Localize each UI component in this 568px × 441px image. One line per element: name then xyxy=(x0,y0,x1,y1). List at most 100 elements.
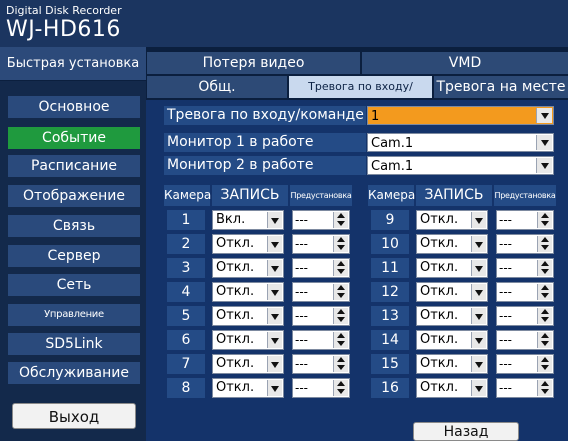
chevron-down-icon[interactable] xyxy=(267,212,282,228)
camera-number: 13 xyxy=(371,306,409,326)
preset-stepper[interactable]: --- xyxy=(292,306,350,326)
spinner-icon[interactable] xyxy=(333,260,348,276)
spinner-icon[interactable] xyxy=(333,356,348,372)
spinner-icon[interactable] xyxy=(537,380,552,396)
monitor2-select[interactable]: Cam.1 xyxy=(367,156,554,175)
preset-stepper[interactable]: --- xyxy=(496,210,554,230)
chevron-down-icon[interactable] xyxy=(471,356,486,372)
chevron-down-icon[interactable] xyxy=(267,356,282,372)
preset-value: --- xyxy=(499,261,512,275)
record-select[interactable]: Откл. xyxy=(416,282,488,302)
record-select[interactable]: Откл. xyxy=(416,354,488,374)
spinner-icon[interactable] xyxy=(333,284,348,300)
camera-number: 15 xyxy=(371,354,409,374)
tab-alarm-input-command[interactable]: Тревога по входу/команде xyxy=(289,76,432,115)
sidebar-item-schedule[interactable]: Расписание xyxy=(8,155,140,177)
spinner-icon[interactable] xyxy=(537,332,552,348)
record-value: Откл. xyxy=(216,284,255,299)
record-select[interactable]: Откл. xyxy=(212,234,284,254)
spinner-icon[interactable] xyxy=(333,380,348,396)
alarm-input-select[interactable]: 1 xyxy=(367,106,554,125)
quick-setup-button[interactable]: Быстрая установка xyxy=(0,47,146,81)
chevron-down-icon[interactable] xyxy=(267,308,282,324)
sidebar-item-communication[interactable]: Связь xyxy=(8,215,140,237)
preset-stepper[interactable]: --- xyxy=(292,282,350,302)
preset-value: --- xyxy=(499,213,512,227)
preset-stepper[interactable]: --- xyxy=(496,282,554,302)
spinner-icon[interactable] xyxy=(537,212,552,228)
chevron-down-icon[interactable] xyxy=(267,380,282,396)
record-select[interactable]: Откл. xyxy=(212,282,284,302)
tab-vmd[interactable]: VMD xyxy=(362,52,568,74)
record-select[interactable]: Откл. xyxy=(416,210,488,230)
preset-stepper[interactable]: --- xyxy=(496,378,554,398)
chevron-down-icon[interactable] xyxy=(471,380,486,396)
device-model-title: WJ-HD616 xyxy=(6,17,121,42)
back-button[interactable]: Назад xyxy=(413,422,519,441)
record-value: Вкл. xyxy=(216,212,246,227)
preset-stepper[interactable]: --- xyxy=(292,234,350,254)
record-select[interactable]: Вкл. xyxy=(212,210,284,230)
record-select[interactable]: Откл. xyxy=(416,234,488,254)
sidebar-item-maintenance[interactable]: Обслуживание xyxy=(8,362,140,384)
record-select[interactable]: Откл. xyxy=(416,330,488,350)
spinner-icon[interactable] xyxy=(537,236,552,252)
chevron-down-icon[interactable] xyxy=(471,332,486,348)
preset-stepper[interactable]: --- xyxy=(292,210,350,230)
camera-number: 9 xyxy=(371,210,409,230)
preset-stepper[interactable]: --- xyxy=(292,258,350,278)
preset-stepper[interactable]: --- xyxy=(496,258,554,278)
preset-value: --- xyxy=(499,309,512,323)
chevron-down-icon[interactable] xyxy=(267,236,282,252)
spinner-icon[interactable] xyxy=(537,356,552,372)
tab-video-loss[interactable]: Потеря видео xyxy=(147,52,360,74)
sidebar-item-user-management[interactable]: Управление пользователем xyxy=(8,304,140,342)
spinner-icon[interactable] xyxy=(537,308,552,324)
preset-stepper[interactable]: --- xyxy=(292,378,350,398)
sidebar-item-server[interactable]: Сервер xyxy=(8,245,140,267)
record-select[interactable]: Откл. xyxy=(212,378,284,398)
record-value: Откл. xyxy=(216,380,255,395)
tab-site-alarm[interactable]: Тревога на месте xyxy=(434,76,568,98)
preset-stepper[interactable]: --- xyxy=(292,330,350,350)
record-select[interactable]: Откл. xyxy=(212,330,284,350)
chevron-down-icon[interactable] xyxy=(471,260,486,276)
chevron-down-icon[interactable] xyxy=(471,308,486,324)
chevron-down-icon[interactable] xyxy=(536,158,552,173)
preset-value: --- xyxy=(499,237,512,251)
preset-stepper[interactable]: --- xyxy=(496,234,554,254)
chevron-down-icon[interactable] xyxy=(267,284,282,300)
chevron-down-icon[interactable] xyxy=(536,108,552,123)
sidebar-item-display[interactable]: Отображение xyxy=(8,185,140,207)
record-select[interactable]: Откл. xyxy=(212,306,284,326)
preset-stepper[interactable]: --- xyxy=(496,354,554,374)
spinner-icon[interactable] xyxy=(333,212,348,228)
sidebar-item-event[interactable]: Событие xyxy=(8,127,140,149)
spinner-icon[interactable] xyxy=(537,260,552,276)
sidebar-item-basic[interactable]: Основное xyxy=(8,96,140,118)
header-preset-left: Предустановка xyxy=(290,185,352,206)
record-select[interactable]: Откл. xyxy=(416,378,488,398)
sidebar-item-network[interactable]: Сеть xyxy=(8,274,140,296)
record-select[interactable]: Откл. xyxy=(416,306,488,326)
monitor1-select[interactable]: Cam.1 xyxy=(367,133,554,152)
record-select[interactable]: Откл. xyxy=(416,258,488,278)
spinner-icon[interactable] xyxy=(333,236,348,252)
tab-general[interactable]: Общ. xyxy=(147,76,287,98)
chevron-down-icon[interactable] xyxy=(267,260,282,276)
record-select[interactable]: Откл. xyxy=(212,258,284,278)
record-select[interactable]: Откл. xyxy=(212,354,284,374)
chevron-down-icon[interactable] xyxy=(471,212,486,228)
preset-stepper[interactable]: --- xyxy=(496,330,554,350)
chevron-down-icon[interactable] xyxy=(536,135,552,150)
spinner-icon[interactable] xyxy=(333,308,348,324)
preset-stepper[interactable]: --- xyxy=(496,306,554,326)
spinner-icon[interactable] xyxy=(537,284,552,300)
exit-button[interactable]: Выход xyxy=(12,403,136,429)
chevron-down-icon[interactable] xyxy=(471,236,486,252)
spinner-icon[interactable] xyxy=(333,332,348,348)
preset-stepper[interactable]: --- xyxy=(292,354,350,374)
sidebar-item-sd5link[interactable]: SD5Link xyxy=(8,333,140,355)
chevron-down-icon[interactable] xyxy=(267,332,282,348)
chevron-down-icon[interactable] xyxy=(471,284,486,300)
